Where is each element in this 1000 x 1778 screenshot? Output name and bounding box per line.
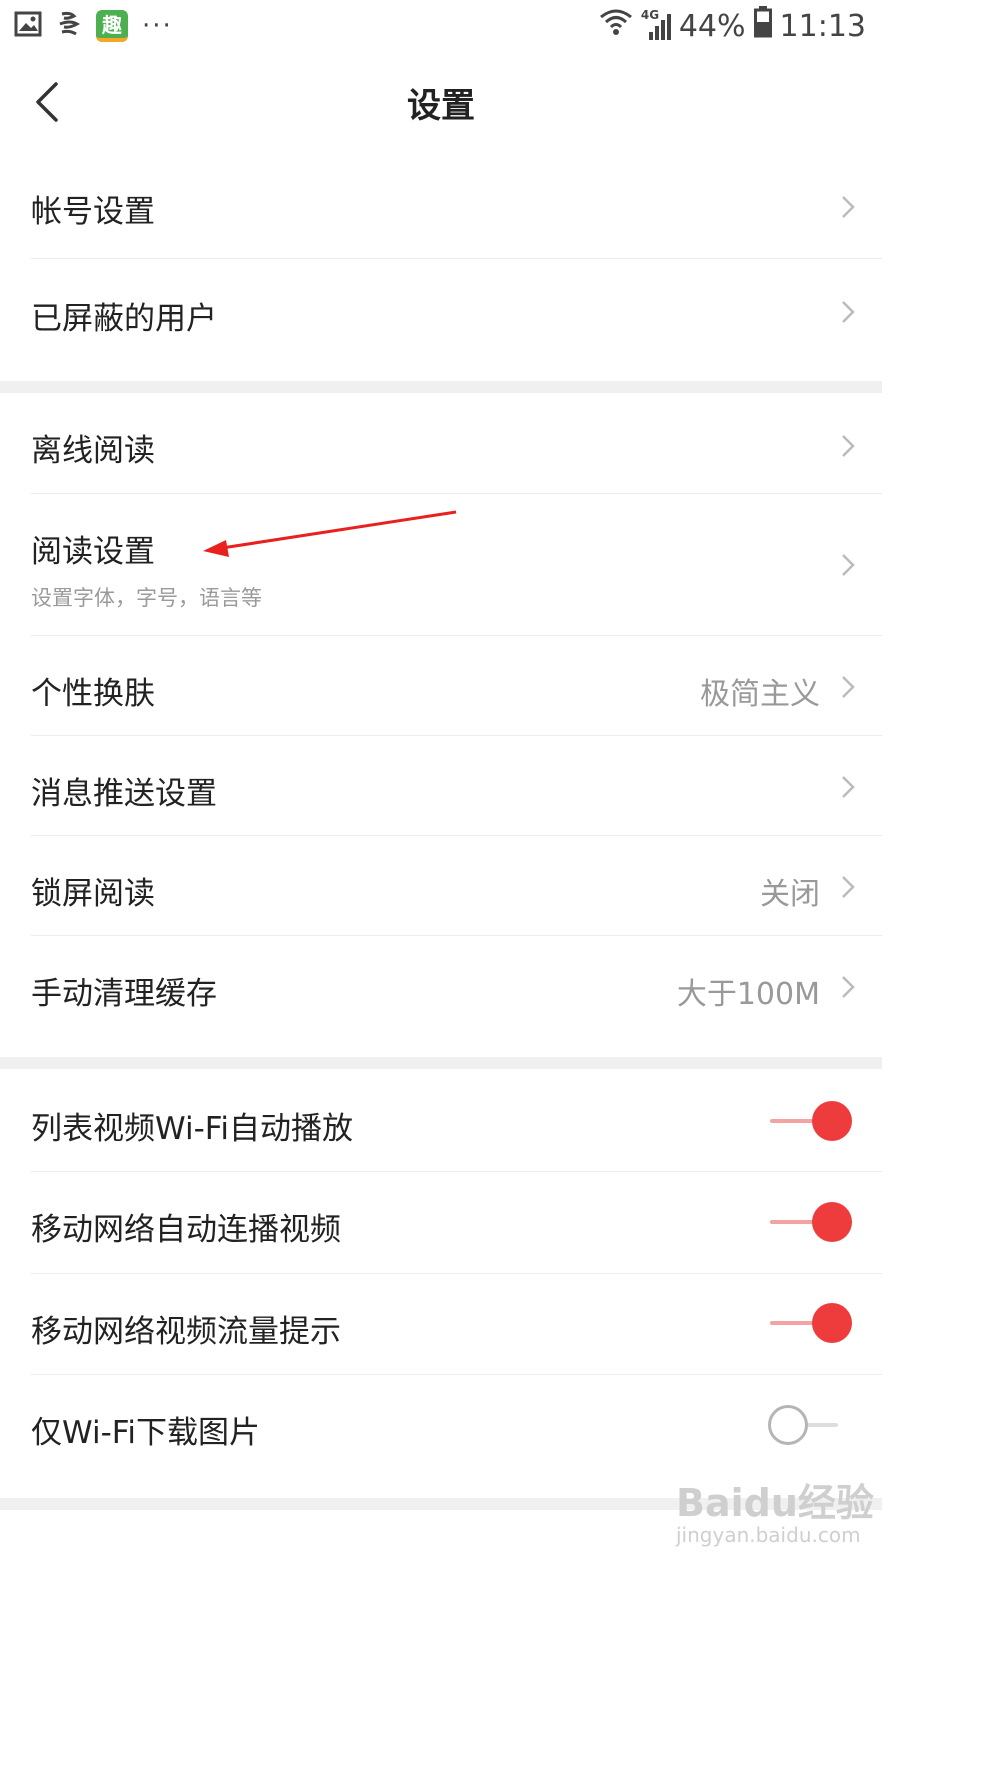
settings-item-reading-settings[interactable]: 阅读设置 设置字体，字号，语言等	[0, 494, 882, 635]
data-alert-toggle[interactable]	[768, 1299, 852, 1347]
netease-notification-icon	[56, 10, 82, 42]
toggle-knob	[812, 1303, 852, 1343]
page-title: 设置	[407, 86, 475, 126]
clock: 11:13	[779, 8, 866, 44]
settings-item-label: 列表视频Wi-Fi自动播放	[31, 1111, 353, 1147]
settings-item-label: 移动网络自动连播视频	[31, 1212, 341, 1248]
wifi-icon	[599, 7, 633, 45]
settings-item-clear-cache[interactable]: 手动清理缓存 大于100M	[0, 936, 882, 1057]
status-bar-left: 趣 ···	[14, 8, 173, 44]
watermark-text: Baidu经验	[676, 1481, 874, 1525]
section-gap	[0, 381, 882, 393]
battery-icon	[753, 6, 772, 46]
status-bar: 趣 ··· 4G 44% 11:13	[0, 0, 882, 52]
wifi-only-images-toggle[interactable]	[768, 1401, 852, 1449]
settings-item-label: 离线阅读	[31, 433, 155, 469]
settings-item-value: 极简主义	[700, 677, 820, 712]
cellular-signal-icon: 4G	[641, 8, 671, 42]
settings-item-label: 消息推送设置	[31, 776, 217, 812]
chevron-right-icon	[842, 554, 855, 576]
chevron-right-icon	[842, 301, 855, 323]
gallery-notification-icon	[14, 11, 42, 41]
settings-item-mobile-autoplay-next: 移动网络自动连播视频	[0, 1172, 882, 1273]
settings-item-blocked-users[interactable]: 已屏蔽的用户	[0, 259, 882, 381]
baidu-watermark: Baidu经验 jingyan.baidu.com	[676, 1472, 874, 1547]
settings-item-label: 锁屏阅读	[31, 876, 155, 912]
settings-item-label: 帐号设置	[31, 194, 155, 230]
settings-item-mobile-data-alert: 移动网络视频流量提示	[0, 1274, 882, 1374]
settings-item-push-notifications[interactable]: 消息推送设置	[0, 736, 882, 835]
settings-item-lockscreen-reading[interactable]: 锁屏阅读 关闭	[0, 836, 882, 935]
chevron-right-icon	[842, 435, 855, 457]
settings-item-label: 已屏蔽的用户	[31, 301, 217, 337]
settings-item-label: 移动网络视频流量提示	[31, 1314, 341, 1350]
settings-item-account[interactable]: 帐号设置	[0, 156, 882, 258]
chevron-right-icon	[842, 776, 855, 798]
settings-item-label: 仅Wi-Fi下载图片	[31, 1415, 260, 1451]
screen: 趣 ··· 4G 44% 11:13 设置 帐号设置 已屏蔽的用户 离线阅读 阅…	[0, 0, 882, 1778]
chevron-right-icon	[842, 676, 855, 698]
settings-item-value: 大于100M	[676, 977, 820, 1012]
navigation-header: 设置	[0, 52, 882, 156]
image-margin	[882, 0, 1000, 1778]
more-notifications-icon: ···	[142, 11, 173, 41]
chevron-right-icon	[842, 876, 855, 898]
settings-item-theme[interactable]: 个性换肤 极简主义	[0, 636, 882, 735]
autoplay-wifi-toggle[interactable]	[768, 1097, 852, 1145]
settings-item-offline-reading[interactable]: 离线阅读	[0, 393, 882, 493]
toggle-knob	[812, 1202, 852, 1242]
settings-item-label: 阅读设置	[31, 534, 155, 570]
chevron-right-icon	[842, 976, 855, 998]
section-gap	[0, 1057, 882, 1069]
settings-item-label: 手动清理缓存	[31, 976, 217, 1012]
settings-item-list-video-wifi-autoplay: 列表视频Wi-Fi自动播放	[0, 1069, 882, 1171]
mobile-autoplay-toggle[interactable]	[768, 1198, 852, 1246]
battery-percent: 44%	[678, 8, 746, 44]
settings-item-subtitle: 设置字体，字号，语言等	[31, 586, 262, 610]
toggle-knob	[812, 1101, 852, 1141]
watermark-url: jingyan.baidu.com	[676, 1523, 861, 1547]
qutoutiao-app-icon: 趣	[96, 10, 128, 42]
status-bar-right: 4G 44% 11:13	[599, 6, 866, 46]
chevron-right-icon	[842, 196, 855, 218]
settings-item-value: 关闭	[760, 877, 820, 912]
settings-item-label: 个性换肤	[31, 676, 155, 712]
toggle-knob	[768, 1405, 808, 1445]
